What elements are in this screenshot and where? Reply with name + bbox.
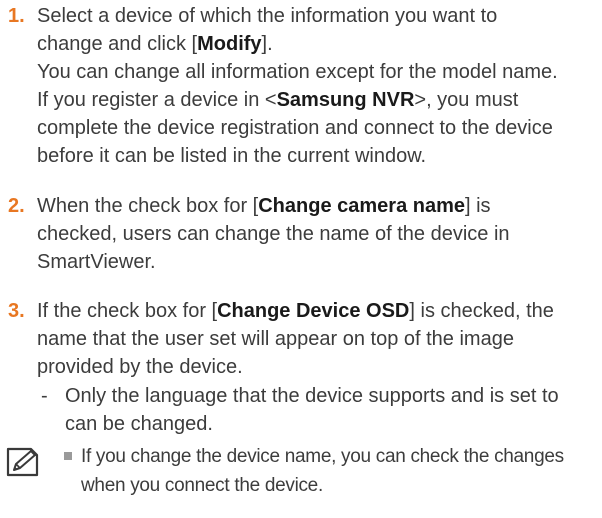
text-run: >, you must xyxy=(414,89,519,111)
note-line: when you connect the device. xyxy=(81,475,323,496)
bold-term: Modify xyxy=(197,33,262,55)
text-run: checked, users can change the name of th… xyxy=(37,223,510,245)
bold-term: Samsung NVR xyxy=(276,89,415,111)
step-line: before it can be listed in the current w… xyxy=(37,142,597,170)
text-run: You can change all information except fo… xyxy=(37,61,558,83)
text-run: ] is xyxy=(465,195,491,217)
bold-term: Change camera name xyxy=(258,195,465,217)
text-run: SmartViewer. xyxy=(37,251,156,273)
step-body: Select a device of which the information… xyxy=(37,2,597,170)
text-run: ]. xyxy=(261,33,273,55)
step-body: If the check box for [Change Device OSD]… xyxy=(37,297,597,381)
note-line: If you change the device name, you can c… xyxy=(81,446,564,467)
text-run: change and click [ xyxy=(37,33,198,55)
step-line: complete the device registration and con… xyxy=(37,114,597,142)
step-line: change and click [Modify]. xyxy=(37,30,597,58)
text-run: Select a device of which the information… xyxy=(37,5,498,27)
note-pencil-icon xyxy=(5,446,41,478)
text-run: before it can be listed in the current w… xyxy=(37,145,427,167)
step-number: 2. xyxy=(8,195,25,217)
subitem-line: Only the language that the device suppor… xyxy=(65,385,559,407)
step-number: 3. xyxy=(8,300,25,322)
bold-term: Change Device OSD xyxy=(217,300,410,322)
step-line: If you register a device in <Samsung NVR… xyxy=(37,86,597,114)
text-run: name that the user set will appear on to… xyxy=(37,328,514,350)
text-run: provided by the device. xyxy=(37,356,243,378)
step-line: You can change all information except fo… xyxy=(37,58,597,86)
note-text: If you change the device name, you can c… xyxy=(81,442,599,500)
dash-marker: - xyxy=(41,385,48,407)
step-number: 1. xyxy=(8,5,25,27)
step-line: checked, users can change the name of th… xyxy=(37,220,597,248)
text-run: complete the device registration and con… xyxy=(37,117,553,139)
note-box: If you change the device name, you can c… xyxy=(0,442,602,512)
step-line: Select a device of which the information… xyxy=(37,2,597,30)
text-run: ] is checked, the xyxy=(409,300,554,322)
step-line: When the check box for [Change camera na… xyxy=(37,192,597,220)
text-run: If the check box for [ xyxy=(37,300,218,322)
step-line: name that the user set will appear on to… xyxy=(37,325,597,353)
step-line: SmartViewer. xyxy=(37,248,597,276)
step-body: When the check box for [Change camera na… xyxy=(37,192,597,276)
text-run: When the check box for [ xyxy=(37,195,259,217)
square-bullet-icon xyxy=(64,452,72,460)
step-line: provided by the device. xyxy=(37,353,597,381)
manual-page: 1. Select a device of which the informat… xyxy=(0,0,602,518)
text-run: If you register a device in < xyxy=(37,89,277,111)
step-line: If the check box for [Change Device OSD]… xyxy=(37,297,597,325)
subitem-line: can be changed. xyxy=(65,413,213,435)
subitem-text: Only the language that the device suppor… xyxy=(65,382,595,438)
